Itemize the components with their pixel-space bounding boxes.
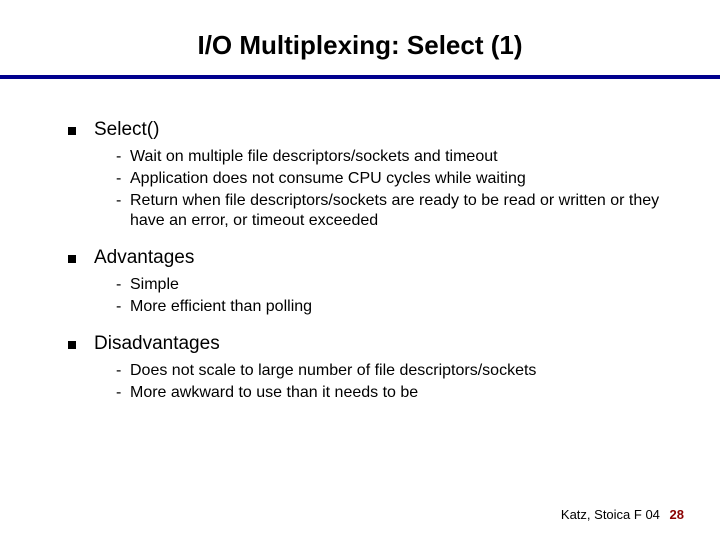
footer-text: Katz, Stoica F 04	[561, 507, 660, 522]
slide-title: I/O Multiplexing: Select (1)	[0, 0, 720, 75]
list-item-text: More efficient than polling	[130, 297, 312, 317]
dash-bullet-icon: -	[116, 383, 130, 403]
dash-bullet-icon: -	[116, 191, 130, 211]
list-item-text: Return when file descriptors/sockets are…	[130, 191, 660, 231]
bullet-section-3: Disadvantages	[68, 333, 660, 355]
page-number: 28	[670, 507, 684, 522]
list-item-text: Application does not consume CPU cycles …	[130, 169, 526, 189]
square-bullet-icon	[68, 127, 76, 135]
slide-content: Select() - Wait on multiple file descrip…	[0, 79, 720, 403]
list-item: - Return when file descriptors/sockets a…	[116, 191, 660, 231]
square-bullet-icon	[68, 255, 76, 263]
dash-bullet-icon: -	[116, 297, 130, 317]
list-item: - Simple	[116, 275, 660, 295]
list-item: - Does not scale to large number of file…	[116, 361, 660, 381]
bullet-section-1: Select()	[68, 119, 660, 141]
section-heading: Disadvantages	[94, 333, 220, 355]
list-item-text: More awkward to use than it needs to be	[130, 383, 418, 403]
list-item: - More awkward to use than it needs to b…	[116, 383, 660, 403]
dash-bullet-icon: -	[116, 361, 130, 381]
section-3-items: - Does not scale to large number of file…	[116, 361, 660, 403]
dash-bullet-icon: -	[116, 169, 130, 189]
list-item: - Wait on multiple file descriptors/sock…	[116, 147, 660, 167]
section-heading: Select()	[94, 119, 159, 141]
dash-bullet-icon: -	[116, 147, 130, 167]
slide: I/O Multiplexing: Select (1) Select() - …	[0, 0, 720, 540]
list-item-text: Simple	[130, 275, 179, 295]
list-item-text: Does not scale to large number of file d…	[130, 361, 536, 381]
square-bullet-icon	[68, 341, 76, 349]
bullet-section-2: Advantages	[68, 247, 660, 269]
dash-bullet-icon: -	[116, 275, 130, 295]
section-2-items: - Simple - More efficient than polling	[116, 275, 660, 317]
section-1-items: - Wait on multiple file descriptors/sock…	[116, 147, 660, 231]
section-heading: Advantages	[94, 247, 194, 269]
list-item: - More efficient than polling	[116, 297, 660, 317]
list-item-text: Wait on multiple file descriptors/socket…	[130, 147, 498, 167]
slide-footer: Katz, Stoica F 04 28	[561, 507, 684, 522]
list-item: - Application does not consume CPU cycle…	[116, 169, 660, 189]
